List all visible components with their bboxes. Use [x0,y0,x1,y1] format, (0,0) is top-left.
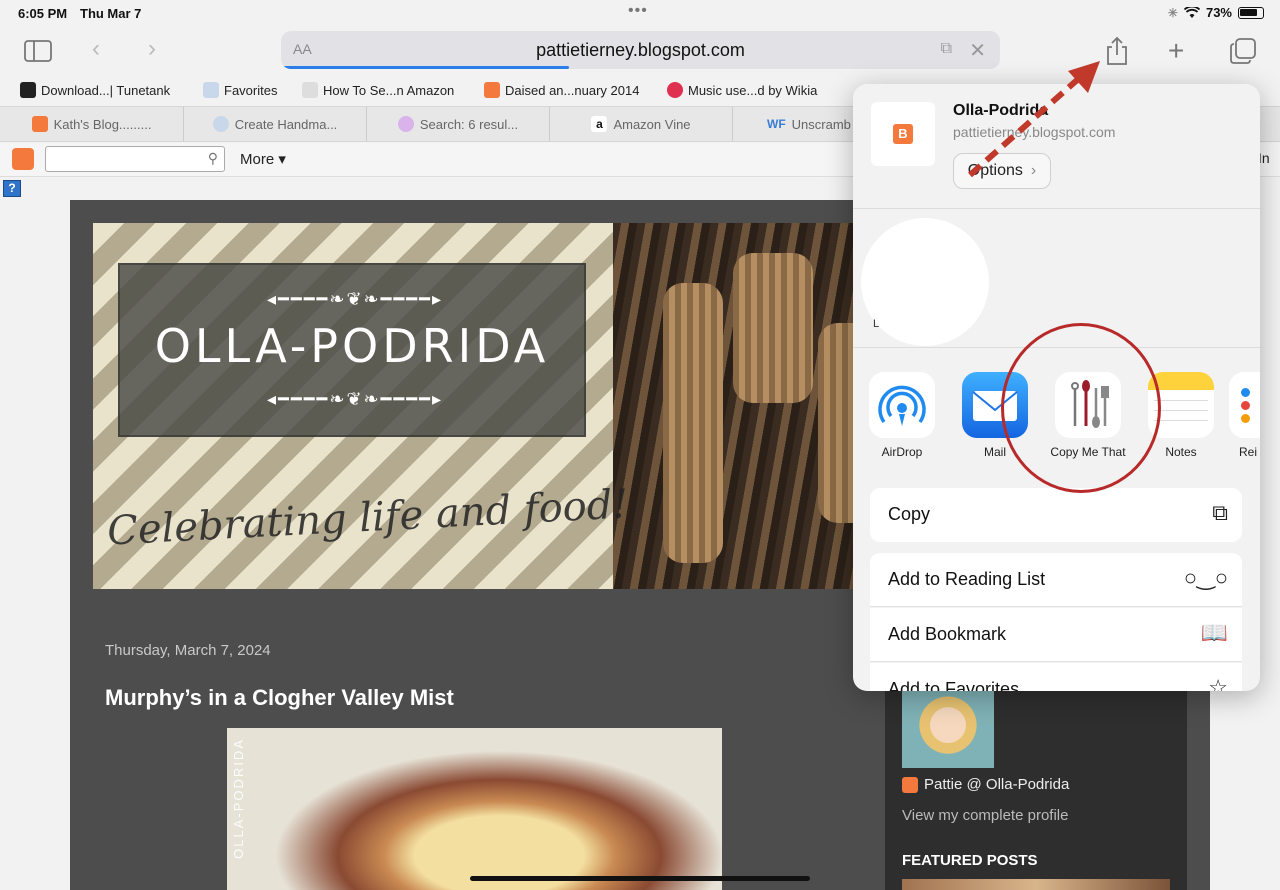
battery-icon [1238,6,1264,19]
favicon-icon [667,82,683,98]
image-watermark: OLLA-PODRIDA [231,738,246,859]
basket-shape [663,283,723,563]
copy-icon: ⧉ [1212,500,1228,525]
featured-post-image[interactable] [902,879,1170,890]
home-indicator [470,876,810,881]
favicon-icon [397,116,414,132]
baskets-photo [613,223,883,589]
bookmark-label: Favorites [224,82,278,98]
bookmark-item[interactable]: Daised an...nuary 2014 [484,82,639,98]
blog-title-box: ◂━━━━❧❦❧━━━━▸ OLLA-PODRIDA ◂━━━━❧❦❧━━━━▸ [118,263,586,437]
action-add-to-reading-list[interactable]: Add to Reading List ○‿○ [870,553,1242,607]
bookmark-label: Daised an...nuary 2014 [505,82,640,98]
site-thumbnail: B [871,102,935,166]
search-icon[interactable]: ⚲ [208,150,218,167]
status-time: 6:05 PM [18,6,68,21]
sidebar-toggle-icon[interactable] [24,40,52,62]
wifi-icon [1183,6,1200,18]
reminders-icon [1229,372,1260,438]
basket-shape [733,253,813,403]
url-text[interactable]: pattietierney.blogspot.com [281,40,1000,61]
tab-kaths-blog[interactable]: Kath's Blog......... [0,107,184,141]
flourish-bottom: ◂━━━━❧❦❧━━━━▸ [266,389,443,409]
status-date: Thu Mar 7 [80,6,142,21]
airdrop-icon [869,372,935,438]
tab-label: Amazon Vine [613,116,691,132]
tab-overview-icon[interactable] [1230,38,1256,64]
bookmark-item[interactable]: How To Se...n Amazon [302,82,454,98]
sidebar: Pattie @ Olla-Podrida View my complete p… [885,690,1187,890]
favicon-icon [203,82,219,98]
blog-title: OLLA-PODRIDA [154,319,550,373]
blog-search-input[interactable]: ⚲ [45,146,225,172]
profile-name[interactable]: Pattie @ Olla-Podrida [902,776,1069,793]
post-image[interactable]: OLLA-PODRIDA [227,728,722,890]
action-label: Add to Favorites [888,679,1020,691]
bookmark-item[interactable]: Download...| Tunetank [20,82,170,98]
new-tab-icon[interactable]: + [1168,37,1184,65]
action-label: Add to Reading List [888,569,1046,589]
featured-posts-heading: FEATURED POSTS [902,852,1038,869]
tab-amazon-vine[interactable]: a Amazon Vine [550,107,733,141]
bookmark-item[interactable]: Favorites [203,82,277,98]
book-icon: 📖 [1200,620,1228,645]
app-reminders[interactable]: Rei [1229,372,1260,459]
glasses-icon: ○‿○ [1183,565,1228,590]
back-icon[interactable]: ‹ [92,37,100,61]
tab-label: Kath's Blog......... [53,116,152,132]
address-bar[interactable]: AA pattietierney.blogspot.com ⧉ ✕ [281,31,1000,69]
blogger-favicon-icon [902,776,918,793]
action-add-to-favorites[interactable]: Add to Favorites ☆ [870,663,1242,691]
action-label: Copy [888,504,931,524]
amazon-favicon-icon: a [591,116,608,132]
forward-icon[interactable]: › [148,37,156,61]
contact-label: L [873,318,880,330]
avatar[interactable] [902,690,994,768]
bookmark-item[interactable]: Music use...d by Wikia [667,82,817,98]
wf-favicon-icon: WF [767,117,786,131]
app-airdrop[interactable]: AirDrop [857,372,947,459]
blog-header-banner[interactable]: ◂━━━━❧❦❧━━━━▸ OLLA-PODRIDA ◂━━━━❧❦❧━━━━▸… [93,223,883,589]
favicon-icon [484,82,500,98]
flourish-top: ◂━━━━❧❦❧━━━━▸ [266,289,443,309]
annotation-circle [1001,323,1161,493]
blogger-logo-icon: B [893,124,913,144]
loading-icon: ✳ [1167,5,1178,20]
action-label: Add Bookmark [888,624,1007,644]
multitasking-dots-icon[interactable]: ••• [628,2,648,20]
star-icon: ☆ [1208,675,1228,691]
app-label: Rei [1239,445,1258,459]
loading-progress-bar [283,66,569,69]
favicon-icon [20,82,36,98]
app-label: AirDrop [881,445,923,459]
action-add-bookmark[interactable]: Add Bookmark 📖 [870,608,1242,662]
post-date: Thursday, March 7, 2024 [105,642,271,659]
help-icon[interactable]: ? [3,180,21,197]
status-right: ✳ 73% [1168,5,1264,20]
status-bar: 6:05 PM Thu Mar 7 ••• ✳ 73% [0,0,1280,26]
bookmark-label: Music use...d by Wikia [688,82,818,98]
tab-label: Create Handma... [234,116,338,132]
favicon-icon [212,116,229,132]
view-profile-link[interactable]: View my complete profile [902,807,1068,824]
post-title[interactable]: Murphy’s in a Clogher Valley Mist [105,685,454,711]
annotation-arrow-icon [968,61,1100,178]
battery-percent: 73% [1205,5,1232,20]
contact-bubble[interactable] [861,218,989,346]
tab-label: Search: 6 resul... [419,116,519,132]
bookmark-label: How To Se...n Amazon [323,82,455,98]
blogger-logo-icon[interactable] [12,148,34,170]
more-menu-button[interactable]: More ▾ [240,150,286,168]
profile-name-text: Pattie @ Olla-Podrida [924,776,1070,793]
favicon-icon [302,82,318,98]
tab-label: Unscramb [791,116,851,132]
bookmark-label: Download...| Tunetank [41,82,171,98]
tab-search[interactable]: Search: 6 resul... [367,107,550,141]
tab-create-handmade[interactable]: Create Handma... [184,107,367,141]
blogger-favicon-icon [31,116,48,132]
action-copy[interactable]: Copy ⧉ [870,488,1242,542]
